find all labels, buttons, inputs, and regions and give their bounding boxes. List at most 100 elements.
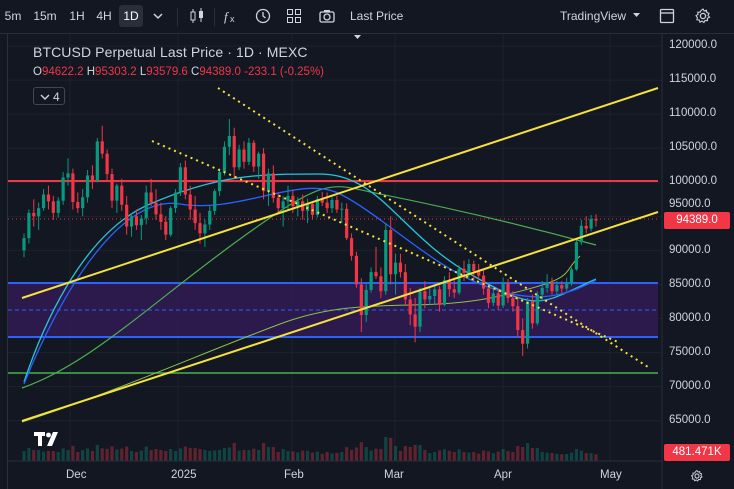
volume-bar [105, 448, 109, 461]
volume-bar [222, 448, 227, 461]
volume-bar [393, 446, 398, 461]
top-toolbar: 5m 15m 1H 4H 1D f x Last Price TradingVi… [0, 0, 734, 39]
interval-1h-button[interactable]: 1H [66, 5, 88, 27]
volume-bar [545, 452, 549, 461]
volume-bar [320, 453, 324, 461]
volume-bar [477, 453, 481, 461]
candle-body [452, 289, 456, 293]
candle-body [85, 175, 90, 198]
candle-body [276, 197, 280, 209]
candle-body [516, 306, 520, 331]
volume-bar [413, 445, 417, 461]
camera-icon[interactable] [318, 7, 336, 25]
candle-body [506, 283, 510, 299]
volume-bar [154, 449, 158, 461]
volume-bar [37, 450, 41, 461]
volume-bar [173, 451, 178, 461]
volume-bar [203, 450, 207, 461]
candle-body [41, 194, 46, 209]
tradingview-logo-icon[interactable] [33, 430, 63, 448]
candle-body [433, 289, 437, 297]
volume-bar [252, 448, 256, 461]
price-type-dropdown[interactable]: Last Price [350, 5, 418, 39]
candle-body [330, 199, 334, 209]
candle-body [467, 264, 471, 273]
candle-body [27, 212, 31, 239]
interval-15m-button[interactable]: 15m [31, 5, 59, 27]
volume-bar [335, 453, 339, 461]
volume-bar [345, 447, 349, 461]
volume-bar [525, 443, 530, 461]
interval-5m-button[interactable]: 5m [2, 5, 24, 27]
volume-bar [266, 447, 271, 461]
ohlc-legend: O94622.2 H95303.2 L93579.6 C94389.0 -233… [33, 66, 324, 78]
candle-body [51, 201, 55, 213]
volume-bar [291, 451, 295, 461]
volume-bar [164, 451, 168, 461]
candle-body [384, 229, 388, 292]
price-chart[interactable] [0, 34, 734, 489]
price-tick: 90000.0 [669, 244, 711, 256]
volume-bar [85, 448, 90, 461]
price-axis[interactable]: 120000.0 115000.0 110000.0 105000.0 1000… [662, 34, 734, 461]
price-tick: 100000.0 [669, 175, 717, 187]
volume-label: 481.471K [664, 444, 730, 461]
volume-bar [27, 448, 31, 461]
candle-body [340, 208, 344, 210]
interval-4h-button[interactable]: 4H [93, 5, 115, 27]
price-type-label: Last Price [350, 9, 404, 23]
candle-body [76, 202, 80, 209]
candle-body [349, 238, 354, 256]
volume-bar [457, 449, 461, 461]
volume-bar [462, 452, 466, 461]
volume-bar [193, 448, 197, 461]
candle-body [208, 210, 212, 225]
layout-name-label: TradingView [560, 9, 627, 23]
time-tick: 2025 [171, 469, 197, 481]
price-tick: 95000.0 [669, 198, 711, 210]
candle-body [232, 135, 236, 168]
candle-body [550, 282, 554, 292]
candle-body [379, 276, 383, 292]
volume-bar [569, 452, 574, 461]
candle-body [188, 194, 192, 210]
candle-body [125, 204, 129, 227]
candle-body [266, 173, 271, 192]
interval-1d-button[interactable]: 1D [119, 5, 143, 27]
candle-body [198, 223, 202, 234]
layout-name-dropdown[interactable]: TradingView [560, 5, 646, 27]
candle-body [110, 174, 114, 201]
candle-body [335, 199, 339, 210]
candle-body [227, 135, 231, 147]
candle-body [389, 229, 393, 275]
volume-bar [56, 452, 60, 461]
chevron-down-icon [40, 94, 50, 100]
volume-bar [286, 451, 290, 461]
volume-bar [129, 451, 134, 461]
volume-bar [511, 452, 515, 461]
volume-bar [330, 453, 334, 461]
volume-bar [51, 451, 55, 461]
candle-body [423, 291, 427, 300]
settings-gear-icon[interactable] [694, 7, 712, 25]
chevron-down-icon[interactable] [149, 7, 167, 25]
fullscreen-icon[interactable] [658, 7, 676, 25]
chart-symbol-title[interactable]: BTCUSD Perpetual Last Price · 1D · MEXC [33, 44, 308, 60]
candles-icon[interactable] [188, 7, 206, 25]
indicators-icon[interactable]: f x [223, 7, 241, 25]
candle-body [594, 219, 598, 221]
templates-icon[interactable] [285, 7, 303, 25]
axis-settings-gear-icon[interactable] [690, 469, 704, 483]
volume-bar [364, 447, 368, 461]
alert-icon[interactable] [254, 7, 272, 25]
volume-bar [589, 453, 593, 461]
volume-bar [271, 447, 275, 461]
volume-bar [100, 448, 104, 461]
candle-body [193, 209, 197, 224]
volume-bar [354, 447, 359, 461]
volume-bar [81, 450, 85, 461]
indicators-toggle-button[interactable]: 4 [33, 87, 65, 105]
volume-bar [428, 453, 432, 461]
volume-bar [281, 449, 285, 461]
candle-body [22, 238, 26, 251]
